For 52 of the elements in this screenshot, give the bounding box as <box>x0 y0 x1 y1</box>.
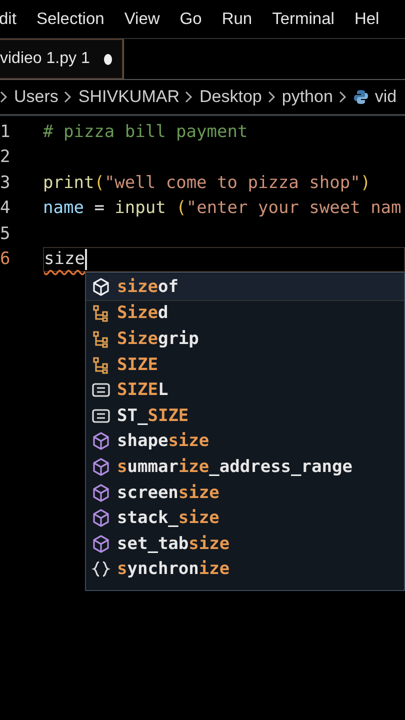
breadcrumb-item[interactable]: vid <box>374 87 397 107</box>
class-tree-icon <box>91 303 111 324</box>
menu-item[interactable]: Hel <box>354 10 380 28</box>
line-number: 2 <box>0 147 12 168</box>
menu-item[interactable]: Terminal <box>272 10 334 28</box>
suggestion-item[interactable]: screensize <box>86 480 404 506</box>
cube-icon <box>91 431 111 452</box>
suggestion-item[interactable]: summarize_address_range <box>86 454 404 480</box>
suggestion-item[interactable]: shapesize <box>86 428 404 454</box>
line-number: 3 <box>0 172 12 193</box>
text-cursor <box>84 248 87 270</box>
suggestion-item[interactable]: synchronize <box>86 556 404 582</box>
suggestion-item[interactable]: ST_SIZE <box>86 402 404 429</box>
menu-item[interactable]: dit <box>0 10 16 28</box>
code-line: name = input ("enter your sweet nam <box>43 198 402 218</box>
menu-item[interactable]: Run <box>222 10 252 28</box>
chevron-icon <box>0 91 8 103</box>
chevron-icon <box>64 91 72 103</box>
breadcrumb-item[interactable]: SHIVKUMAR <box>78 87 180 107</box>
code-line: size <box>44 249 85 270</box>
suggestion-item[interactable]: sizeof <box>86 274 404 301</box>
menu-item[interactable]: Go <box>180 10 202 28</box>
suggestion-item[interactable]: SIZEL <box>86 377 404 403</box>
cube-icon <box>91 534 111 554</box>
cube-icon <box>91 482 111 503</box>
menu-item[interactable]: View <box>124 10 160 28</box>
line-number: 1 <box>0 122 12 142</box>
code-line: print("well come to pizza shop") <box>43 172 371 193</box>
suggestion-item[interactable]: Sizegrip <box>86 326 404 352</box>
chevron-icon <box>338 91 347 103</box>
class-tree-icon <box>91 328 111 349</box>
chevron-icon <box>185 91 194 103</box>
class-tree-icon <box>91 354 111 375</box>
menu-item[interactable]: Selection <box>36 10 104 28</box>
cube-icon <box>91 456 111 477</box>
breadcrumb-item[interactable]: Desktop <box>199 87 262 107</box>
cube-icon <box>91 508 111 528</box>
suggestion-item[interactable]: set_tabsize <box>86 530 404 557</box>
cube-icon <box>91 276 111 297</box>
line-number: 6 <box>0 249 12 270</box>
suggestion-item[interactable]: stack_size <box>86 505 404 531</box>
suggestion-item[interactable]: Sized <box>86 300 404 326</box>
python-icon <box>352 89 369 105</box>
suggestion-item[interactable]: SIZE <box>86 352 404 378</box>
code-line: # pizza bill payment <box>43 122 248 142</box>
line-number: 4 <box>0 198 12 218</box>
editor-tab[interactable]: vidieo 1.py 1 <box>0 39 123 79</box>
breadcrumb-item[interactable]: python <box>282 87 333 107</box>
line-number: 5 <box>0 224 12 244</box>
breadcrumb-item[interactable]: Users <box>14 87 58 107</box>
chevron-icon <box>268 91 276 103</box>
braces-icon <box>91 559 111 580</box>
